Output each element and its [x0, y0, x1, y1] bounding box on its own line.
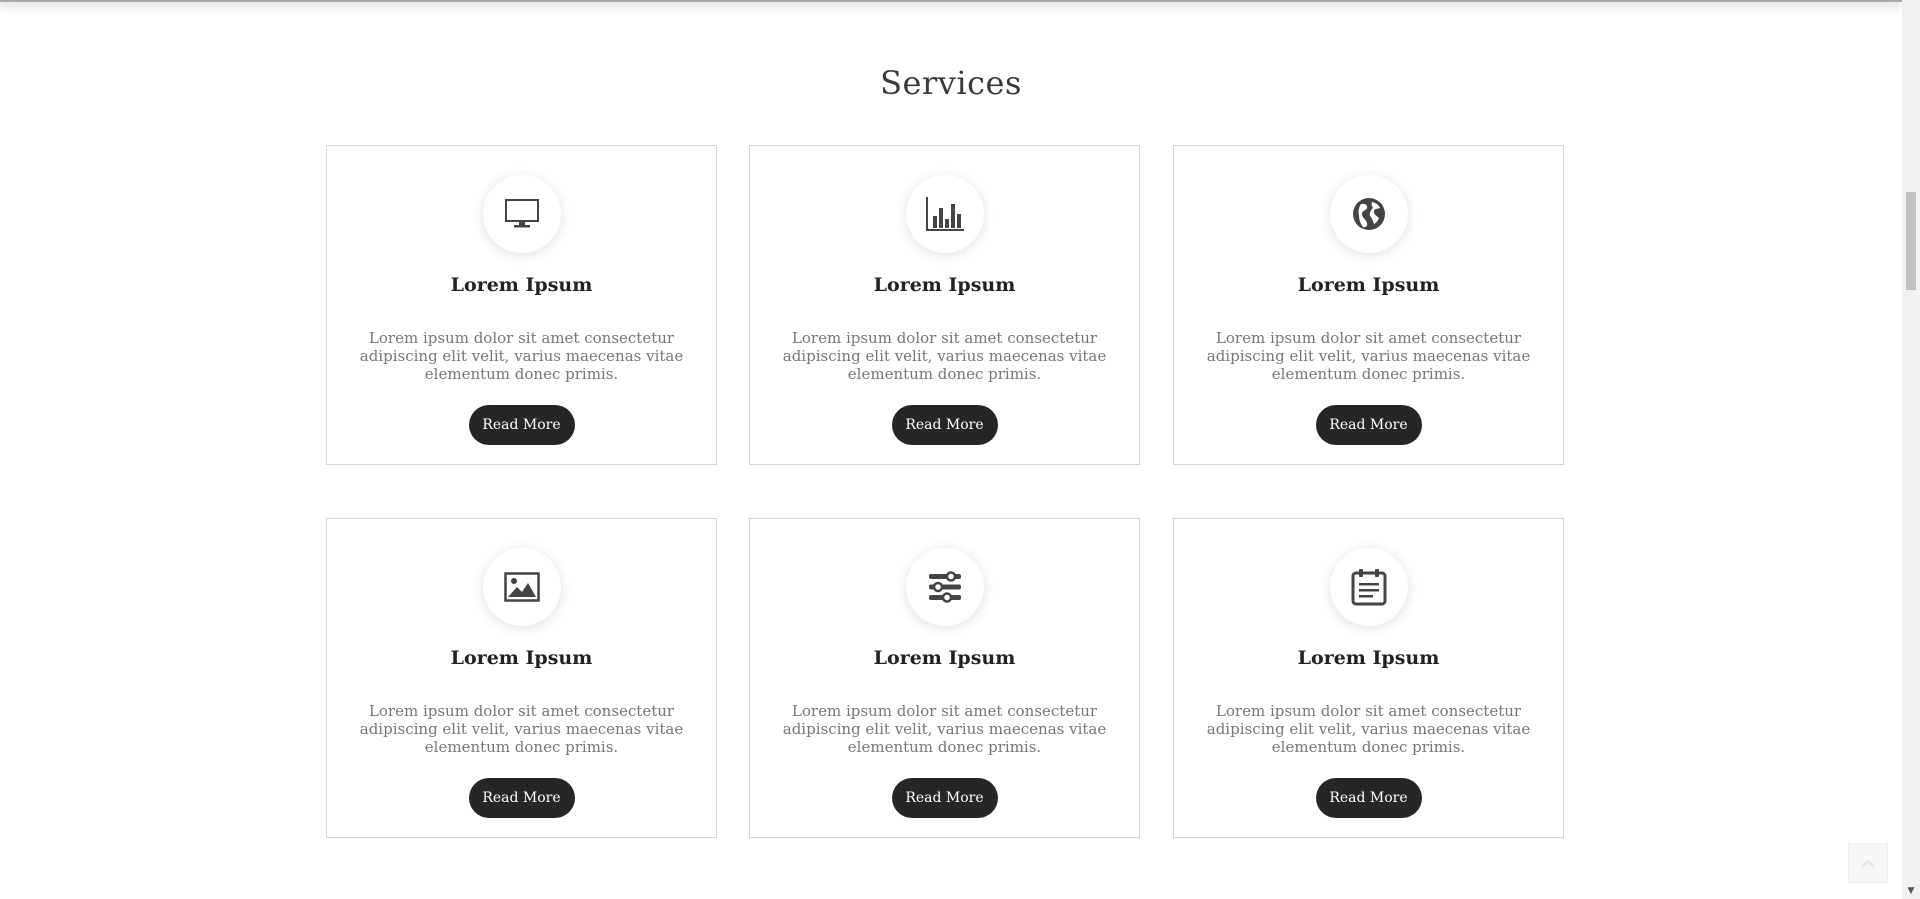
image-icon: [482, 548, 561, 626]
service-card: Lorem Ipsum Lorem ipsum dolor sit amet c…: [326, 145, 717, 465]
service-card: Lorem Ipsum Lorem ipsum dolor sit amet c…: [749, 518, 1140, 838]
chevron-up-icon: [1861, 859, 1875, 868]
card-title: Lorem Ipsum: [450, 274, 593, 296]
card-description: Lorem ipsum dolor sit amet consectetur a…: [782, 329, 1107, 383]
read-more-button[interactable]: Read More: [891, 778, 998, 818]
header-shadow: [0, 0, 1902, 2]
read-more-button[interactable]: Read More: [468, 405, 575, 445]
card-description: Lorem ipsum dolor sit amet consectetur a…: [1206, 702, 1531, 756]
card-title: Lorem Ipsum: [873, 647, 1016, 669]
card-description: Lorem ipsum dolor sit amet consectetur a…: [782, 702, 1107, 756]
page-scrollbar[interactable]: ▼: [1902, 0, 1920, 899]
scroll-down-arrow-icon[interactable]: ▼: [1902, 883, 1920, 899]
service-card: Lorem Ipsum Lorem ipsum dolor sit amet c…: [1173, 145, 1564, 465]
monitor-icon: [482, 175, 561, 253]
section-title: Services: [880, 64, 1022, 102]
sliders-icon: [905, 548, 984, 626]
calendar-notes-icon: [1329, 548, 1408, 626]
read-more-button[interactable]: Read More: [468, 778, 575, 818]
card-description: Lorem ipsum dolor sit amet consectetur a…: [1206, 329, 1531, 383]
scrollbar-thumb[interactable]: [1906, 192, 1916, 290]
read-more-button[interactable]: Read More: [891, 405, 998, 445]
back-to-top-button[interactable]: [1848, 843, 1888, 883]
card-title: Lorem Ipsum: [873, 274, 1016, 296]
service-card: Lorem Ipsum Lorem ipsum dolor sit amet c…: [749, 145, 1140, 465]
service-card: Lorem Ipsum Lorem ipsum dolor sit amet c…: [326, 518, 717, 838]
read-more-button[interactable]: Read More: [1315, 778, 1422, 818]
card-title: Lorem Ipsum: [1297, 274, 1440, 296]
card-title: Lorem Ipsum: [1297, 647, 1440, 669]
card-title: Lorem Ipsum: [450, 647, 593, 669]
card-description: Lorem ipsum dolor sit amet consectetur a…: [359, 329, 684, 383]
read-more-button[interactable]: Read More: [1315, 405, 1422, 445]
globe-icon: [1329, 175, 1408, 253]
bar-chart-icon: [905, 175, 984, 253]
service-card: Lorem Ipsum Lorem ipsum dolor sit amet c…: [1173, 518, 1564, 838]
card-description: Lorem ipsum dolor sit amet consectetur a…: [359, 702, 684, 756]
